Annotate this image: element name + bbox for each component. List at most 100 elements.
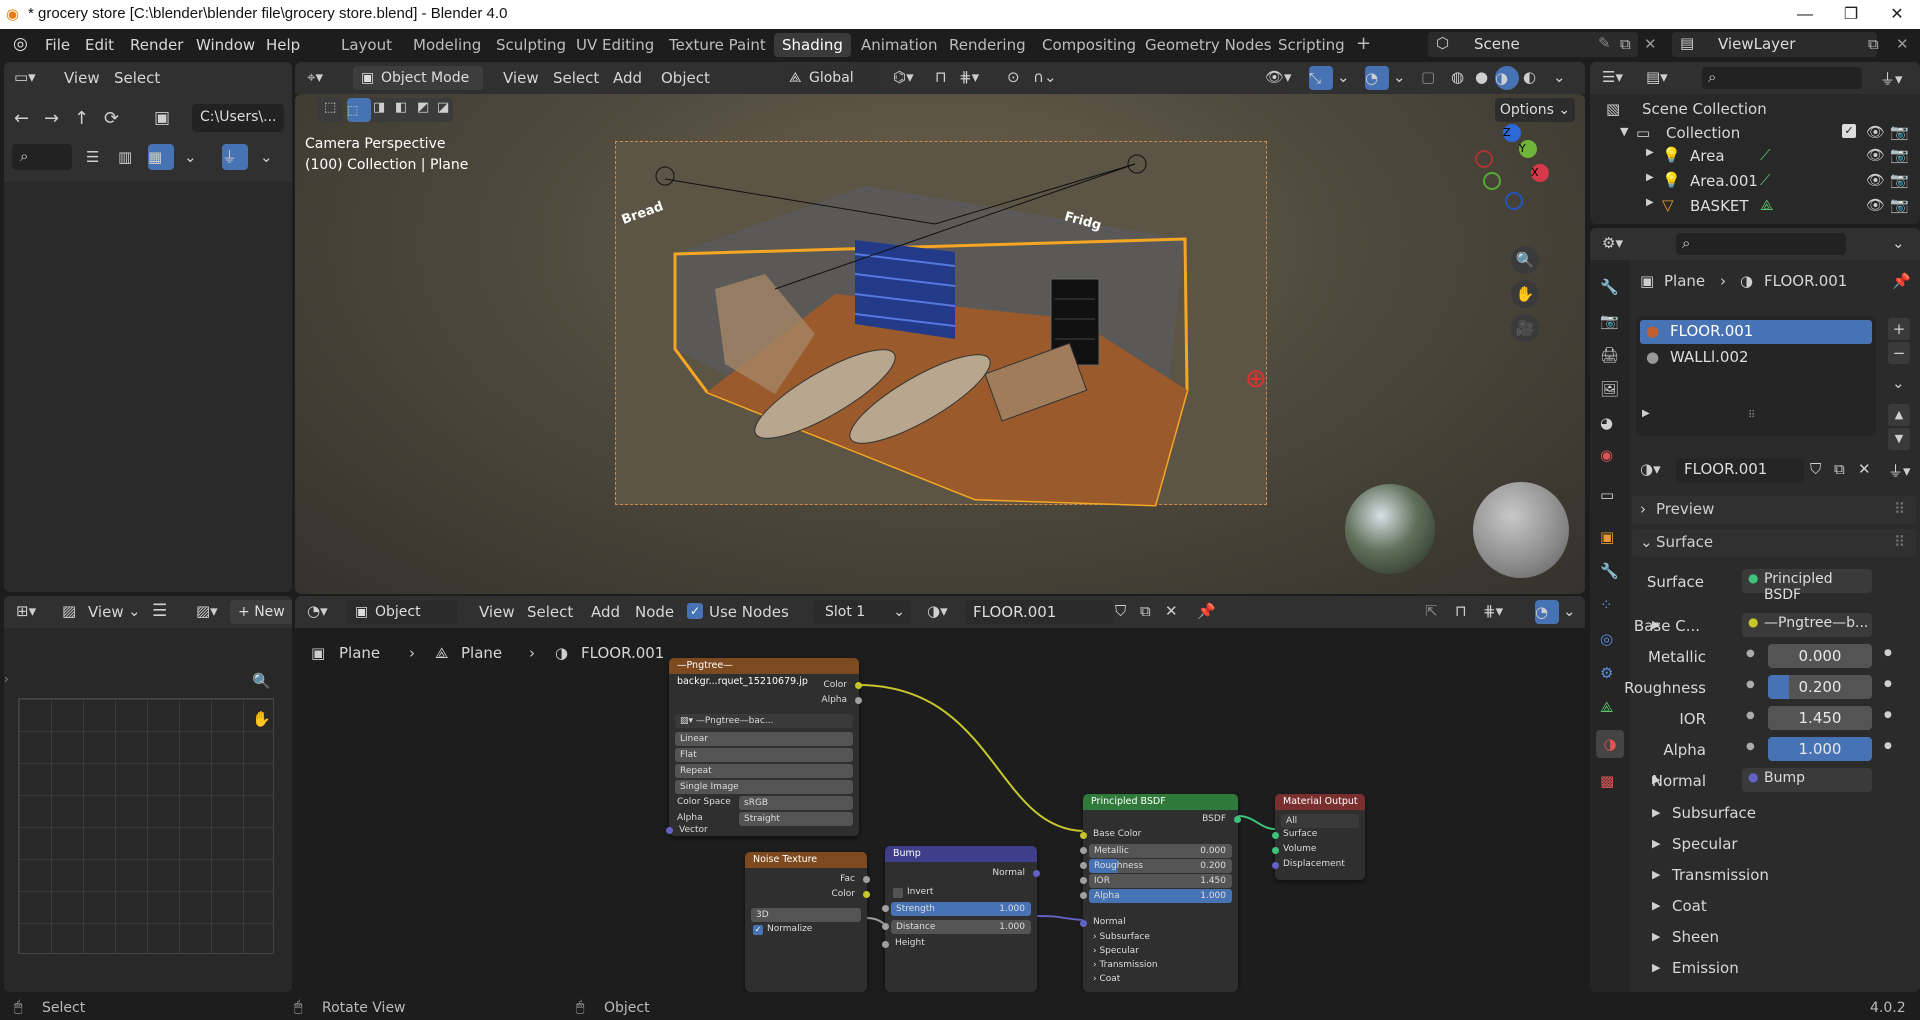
vp-select-menu[interactable]: Select (553, 69, 599, 87)
outliner-item[interactable]: ▶ 💡 Area.001 ⟋ 👁 📷 (1590, 169, 1920, 193)
material-browse-dropdown-icon[interactable]: ◑▾ (1640, 460, 1661, 478)
tab-uv-editing[interactable]: UV Editing (568, 33, 662, 57)
image-browse-icon[interactable]: ▨▾ (196, 602, 218, 620)
unlink-material-icon[interactable]: ✕ (1165, 602, 1178, 620)
view-dropdown-icon[interactable]: ⌄ (128, 602, 141, 620)
navigation-gizmo[interactable]: Z Y X (1475, 124, 1565, 214)
section-emission[interactable]: ▶ Emission (1644, 958, 1884, 982)
node-overlays-icon[interactable]: ◔ (1535, 600, 1559, 624)
solid-shading-icon[interactable]: ● (1475, 68, 1488, 86)
visibility-icon[interactable]: 👁 (1866, 171, 1885, 189)
distance-socket[interactable] (882, 923, 889, 930)
height-socket[interactable] (882, 941, 889, 948)
ior-keyframe-icon[interactable]: ● (1884, 710, 1892, 720)
image-datablock-field[interactable]: ▨▾ —Pngtree—bac... (675, 714, 853, 728)
vp-add-menu[interactable]: Add (613, 69, 642, 87)
outliner-search-input[interactable]: ⌕ (1702, 67, 1862, 89)
properties-duplicate-icon[interactable]: ⧉ (1834, 460, 1845, 478)
collection-label[interactable]: Collection (1666, 124, 1740, 142)
grid-view-icon[interactable]: ▦ (148, 144, 174, 170)
roughness-socket[interactable] (1080, 862, 1087, 869)
base-color-field[interactable]: ● —Pngtree—b... (1742, 613, 1872, 637)
filter-icon[interactable]: ⏚ (222, 144, 248, 170)
render-camera-icon[interactable]: 📷 (1890, 196, 1909, 214)
render-camera-icon[interactable]: 📷 (1890, 171, 1909, 189)
gizmo-y-icon[interactable]: Y (1519, 140, 1537, 158)
object-mode-dropdown[interactable]: ▣ Object Mode (353, 66, 483, 90)
outliner-item[interactable]: ▶ 💡 Area ⟋ 👁 📷 (1590, 144, 1920, 168)
tab-texture-paint[interactable]: Texture Paint (661, 33, 774, 57)
surface-panel-header[interactable]: ⌄ Surface ⠿ (1632, 529, 1916, 557)
snap-icon[interactable]: ⊓ (935, 68, 947, 86)
forward-icon[interactable]: → (44, 108, 59, 129)
ior-socket[interactable] (1080, 877, 1087, 884)
output-tab-icon[interactable]: 🖨 (1600, 346, 1619, 364)
bsdf-transmission-panel[interactable]: › Transmission (1093, 960, 1158, 970)
collection-render-icon[interactable]: 📷 (1890, 123, 1909, 141)
node-snap-icon[interactable]: ⊓ (1455, 602, 1467, 620)
vp-object-menu[interactable]: Object (661, 69, 710, 87)
image-mode-icon[interactable]: ▨ (62, 602, 76, 620)
outliner-item[interactable]: ▶ ▽ BASKET ⟁ 👁 📷 (1590, 194, 1920, 218)
properties-options-icon[interactable]: ⌄ (1892, 234, 1905, 252)
outliner-filter-icon[interactable]: ⏚▾ (1880, 68, 1903, 89)
menu-help[interactable]: Help (266, 36, 300, 54)
node-overlays-dropdown-icon[interactable]: ⌄ (1563, 602, 1576, 620)
image-canvas-grid[interactable] (18, 698, 274, 954)
viewport-editor-type-icon[interactable]: ⌖▾ (307, 68, 323, 86)
parent-node-tree-icon[interactable]: ⇱ (1425, 602, 1438, 620)
volume-socket[interactable] (1272, 847, 1279, 854)
scene-selector[interactable]: ⬡ Scene ✎ (1428, 32, 1638, 57)
section-specular[interactable]: ▶ Specular (1644, 834, 1884, 858)
menu-window[interactable]: Window (196, 36, 255, 54)
proportional-edit-icon[interactable]: ⊙ (1007, 68, 1020, 86)
use-nodes-label[interactable]: Use Nodes (709, 603, 789, 621)
metallic-socket[interactable] (1080, 847, 1087, 854)
tab-shading[interactable]: Shading (774, 33, 851, 57)
invert-checkbox[interactable] (893, 888, 903, 898)
tab-geometry-nodes[interactable]: Geometry Nodes (1137, 33, 1280, 57)
remove-slot-icon[interactable]: − (1888, 342, 1910, 364)
material-name-field[interactable]: FLOOR.001 (965, 600, 1113, 624)
tab-sculpting[interactable]: Sculpting (488, 33, 574, 57)
menu-render[interactable]: Render (130, 36, 183, 54)
gizmo-dropdown-icon[interactable]: ⌄ (1337, 68, 1350, 86)
surface-socket[interactable] (1272, 832, 1279, 839)
visibility-icon[interactable]: 👁 (1866, 196, 1885, 214)
add-workspace-icon[interactable]: + (1356, 33, 1371, 54)
preview-panel-header[interactable]: › Preview ⠿ (1632, 496, 1916, 524)
normal-socket[interactable] (1080, 920, 1087, 927)
node-add-menu[interactable]: Add (591, 603, 620, 621)
node-view-menu[interactable]: View (479, 603, 515, 621)
alpha-socket[interactable] (1080, 892, 1087, 899)
camera-view-icon[interactable]: 🎥 (1511, 314, 1539, 342)
pin-node-tree-icon[interactable]: 📌 (1197, 602, 1216, 620)
output-target-dropdown[interactable]: All (1281, 814, 1359, 828)
falloff-icon[interactable]: ∩⌄ (1033, 68, 1057, 86)
extension-dropdown[interactable]: Repeat (675, 764, 853, 778)
image-texture-node[interactable]: —Pngtree—backgr...rquet_15210679.jp Colo… (666, 658, 862, 836)
slots-resize-handle-icon[interactable]: ⠿ (1748, 410, 1755, 421)
displacement-socket[interactable] (1272, 862, 1279, 869)
interpolation-dropdown[interactable]: Linear (675, 732, 853, 746)
section-transmission[interactable]: ▶ Transmission (1644, 865, 1884, 889)
transform-orientation-dropdown[interactable]: ⟁ Global (783, 66, 879, 90)
alpha-keyframe-icon[interactable]: ● (1884, 741, 1892, 751)
projection-dropdown[interactable]: Flat (675, 748, 853, 762)
material-output-node[interactable]: Material Output All Surface Volume Displ… (1272, 794, 1365, 880)
expand-left-icon[interactable]: › (4, 672, 9, 686)
bump-node[interactable]: Bump Normal Invert Strength 1.000 Distanc… (882, 846, 1040, 992)
overlays-dropdown-icon[interactable]: ⌄ (1393, 68, 1406, 86)
outliner-expand-icon[interactable]: ▶ (1646, 172, 1654, 183)
strength-socket[interactable] (882, 905, 889, 912)
normalize-checkbox[interactable]: ✓ (753, 925, 763, 935)
pivot-icon[interactable]: ⌬▾ (893, 68, 914, 86)
zoom-icon[interactable]: 🔍 (1511, 246, 1539, 274)
fake-user-shield-icon[interactable]: ⛉ (1115, 602, 1126, 620)
blender-menu-icon[interactable]: ◎ (13, 34, 28, 54)
properties-material-name-field[interactable]: FLOOR.001 (1676, 458, 1804, 482)
principled-bsdf-node[interactable]: Principled BSDF BSDF Base Color Metallic… (1080, 794, 1241, 992)
collection-tab-icon[interactable]: ▭ (1600, 486, 1614, 504)
new-image-button[interactable]: + New (230, 600, 292, 624)
pin-icon[interactable]: ✎ (1598, 34, 1611, 52)
